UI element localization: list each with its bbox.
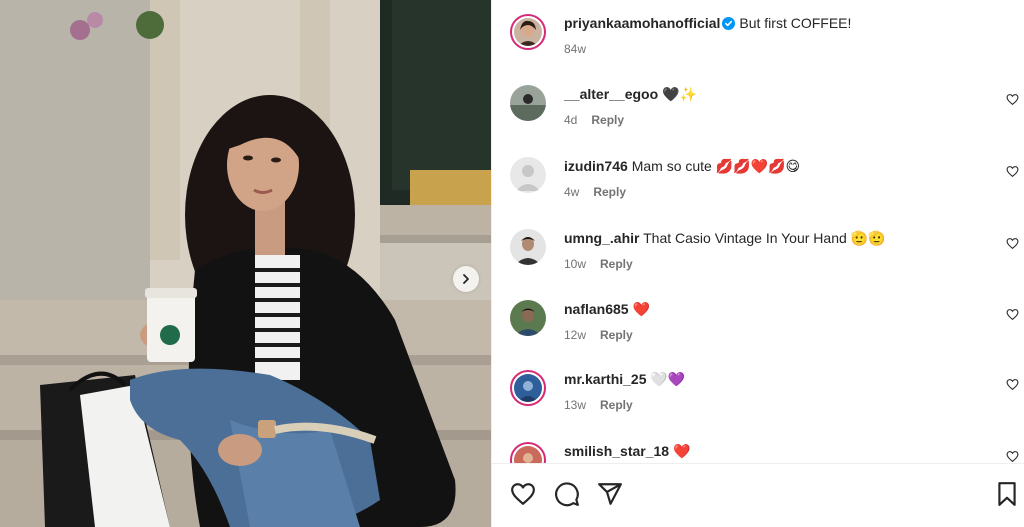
commenter-avatar[interactable] (510, 85, 546, 121)
reply-button[interactable]: Reply (593, 185, 626, 199)
like-comment-heart-icon[interactable] (1006, 165, 1019, 178)
caption-meta: 84w (564, 41, 586, 57)
post-sidebar: priyankaamohanofficial But first COFFEE! … (491, 0, 1024, 527)
caption-row: priyankaamohanofficial But first COFFEE! … (510, 14, 1024, 74)
photo-image (0, 0, 491, 527)
post-age: 84w (564, 42, 587, 56)
comment-username[interactable]: smilish_star_18 (564, 443, 669, 459)
comment-username[interactable]: naflan685 (564, 301, 629, 317)
commenter-avatar[interactable] (510, 300, 546, 336)
comment-row: izudin746 Mam so cute 💋💋❤️💋😋 4w Reply (510, 157, 1024, 217)
caption-text: priyankaamohanofficial But first COFFEE! (564, 14, 851, 32)
commenter-avatar[interactable] (510, 229, 546, 265)
reply-button[interactable]: Reply (600, 398, 633, 412)
comment-age: 4d (564, 113, 578, 127)
comment-meta: 4d Reply (564, 112, 624, 128)
comment-row: smilish_star_18 ❤️ (510, 442, 1024, 463)
reply-button[interactable]: Reply (600, 257, 633, 271)
comment-meta: 4w Reply (564, 184, 626, 200)
comment-body: ❤️ (672, 443, 691, 459)
like-comment-heart-icon[interactable] (1006, 308, 1019, 321)
bookmark-icon[interactable] (994, 481, 1020, 507)
like-comment-heart-icon[interactable] (1006, 237, 1019, 250)
send-icon[interactable] (597, 481, 623, 507)
author-username[interactable]: priyankaamohanofficial (564, 15, 720, 31)
comment-body: Mam so cute 💋💋❤️💋😋 (631, 158, 801, 174)
comments-scroll[interactable]: priyankaamohanofficial But first COFFEE! … (492, 0, 1024, 463)
comment-username[interactable]: mr.karthi_25 (564, 371, 647, 387)
comment-row: naflan685 ❤️ 12w Reply (510, 300, 1024, 360)
like-comment-heart-icon[interactable] (1006, 93, 1019, 106)
comment-text: izudin746 Mam so cute 💋💋❤️💋😋 (564, 157, 800, 175)
reply-button[interactable]: Reply (600, 328, 633, 342)
comment-text: naflan685 ❤️ (564, 300, 650, 318)
comment-username[interactable]: umng_.ahir (564, 230, 639, 246)
author-avatar[interactable] (510, 14, 546, 50)
next-photo-button[interactable] (453, 266, 479, 292)
commenter-avatar[interactable] (510, 370, 546, 406)
comment-username[interactable]: __alter__egoo (564, 86, 658, 102)
chevron-right-icon (463, 274, 469, 284)
comment-text: mr.karthi_25 🤍💜 (564, 370, 685, 388)
comment-body: 🖤✨ (662, 86, 697, 102)
comment-meta: 13w Reply (564, 397, 633, 413)
heart-icon[interactable] (510, 481, 536, 507)
comment-text: __alter__egoo 🖤✨ (564, 85, 697, 103)
comment-body: 🤍💜 (650, 371, 686, 387)
like-comment-heart-icon[interactable] (1006, 450, 1019, 463)
comment-age: 4w (564, 185, 580, 199)
commenter-avatar[interactable] (510, 157, 546, 193)
action-bar (492, 463, 1024, 527)
commenter-avatar[interactable] (510, 442, 546, 463)
comment-username[interactable]: izudin746 (564, 158, 628, 174)
reply-button[interactable]: Reply (591, 113, 624, 127)
comment-age: 13w (564, 398, 587, 412)
comment-row: __alter__egoo 🖤✨ 4d Reply (510, 85, 1024, 145)
comment-icon[interactable] (554, 481, 580, 507)
comment-age: 12w (564, 328, 587, 342)
comment-meta: 12w Reply (564, 327, 633, 343)
comment-row: mr.karthi_25 🤍💜 13w Reply (510, 370, 1024, 430)
comment-body: ❤️ (632, 301, 650, 317)
comment-age: 10w (564, 257, 587, 271)
comment-row: umng_.ahir That Casio Vintage In Your Ha… (510, 229, 1024, 289)
comment-text: smilish_star_18 ❤️ (564, 442, 690, 460)
like-comment-heart-icon[interactable] (1006, 378, 1019, 391)
post-photo[interactable] (0, 0, 491, 527)
comment-body: That Casio Vintage In Your Hand 🫡🫡 (643, 230, 886, 246)
caption-body: But first COFFEE! (739, 15, 852, 31)
comment-text: umng_.ahir That Casio Vintage In Your Ha… (564, 229, 886, 247)
verified-badge-icon (722, 17, 736, 30)
comment-meta: 10w Reply (564, 256, 633, 272)
